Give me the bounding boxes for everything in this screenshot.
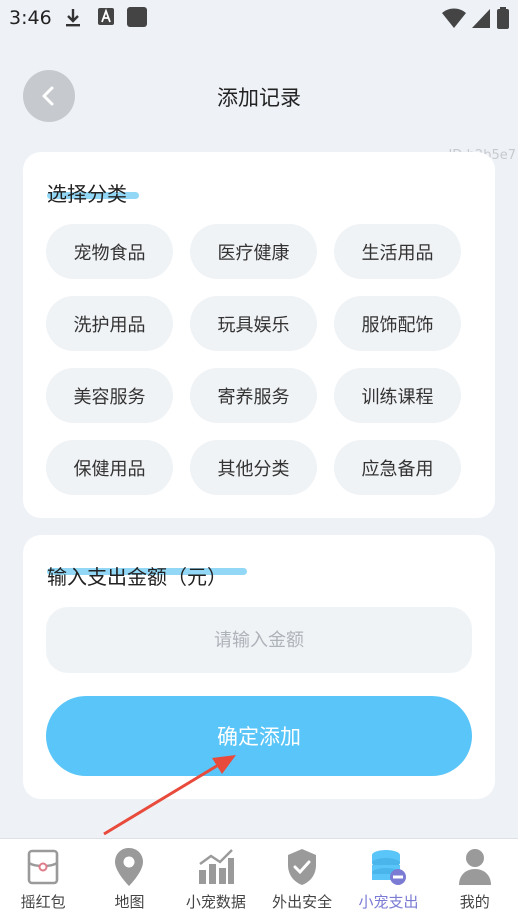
coins-icon (372, 850, 407, 885)
page-title: 添加记录 (217, 86, 301, 110)
status-bar: 3:46 (0, 0, 518, 38)
tab-red-packet[interactable]: 摇红包 (0, 839, 86, 920)
amount-section-title: 输入支出金额（元） (47, 565, 227, 589)
tab-pet-expense[interactable]: 小宠支出 (345, 839, 431, 920)
category-chip[interactable]: 美容服务 (46, 368, 173, 423)
tab-label: 我的 (459, 893, 490, 911)
category-chip[interactable]: 玩具娱乐 (190, 296, 317, 351)
battery-icon (497, 7, 509, 29)
red-packet-icon (27, 849, 59, 885)
map-pin-icon (115, 848, 144, 886)
category-chip[interactable]: 应急备用 (334, 440, 461, 495)
user-icon (458, 849, 491, 885)
category-grid: 宠物食品 医疗健康 生活用品 洗护用品 玩具娱乐 服饰配饰 美容服务 寄养服务 … (46, 224, 472, 495)
amount-input[interactable] (46, 607, 472, 673)
bottom-tab-bar: 摇红包 地图 小宠数据 外出安全 小宠支出 我的 (0, 838, 518, 920)
tab-pet-data[interactable]: 小宠数据 (173, 839, 259, 920)
cellular-signal-icon (472, 9, 490, 28)
square-icon (127, 7, 147, 27)
category-card: 选择分类 宠物食品 医疗健康 生活用品 洗护用品 玩具娱乐 服饰配饰 美容服务 … (23, 152, 495, 518)
text-a-icon (98, 8, 114, 25)
shield-check-icon (288, 849, 317, 885)
tab-map[interactable]: 地图 (86, 839, 172, 920)
header: 添加记录 (0, 70, 518, 124)
category-chip[interactable]: 医疗健康 (190, 224, 317, 279)
amount-card: 输入支出金额（元） 确定添加 (23, 535, 495, 799)
category-chip[interactable]: 服饰配饰 (334, 296, 461, 351)
status-time: 3:46 (9, 7, 52, 29)
tab-label: 摇红包 (20, 893, 66, 911)
bar-chart-icon (198, 849, 234, 884)
tab-mine[interactable]: 我的 (432, 839, 518, 920)
category-chip[interactable]: 保健用品 (46, 440, 173, 495)
category-chip[interactable]: 洗护用品 (46, 296, 173, 351)
category-section-title: 选择分类 (47, 182, 127, 206)
category-chip[interactable]: 宠物食品 (46, 224, 173, 279)
download-icon (66, 9, 80, 27)
tab-label: 地图 (114, 893, 145, 911)
tab-label: 小宠支出 (358, 893, 419, 911)
tab-outdoor-safety[interactable]: 外出安全 (259, 839, 345, 920)
category-chip[interactable]: 训练课程 (334, 368, 461, 423)
tab-label: 外出安全 (272, 893, 333, 911)
wifi-icon (442, 8, 466, 28)
category-chip[interactable]: 其他分类 (190, 440, 317, 495)
tab-label: 小宠数据 (185, 893, 246, 911)
category-chip[interactable]: 寄养服务 (190, 368, 317, 423)
confirm-add-button[interactable]: 确定添加 (46, 696, 472, 776)
category-chip[interactable]: 生活用品 (334, 224, 461, 279)
